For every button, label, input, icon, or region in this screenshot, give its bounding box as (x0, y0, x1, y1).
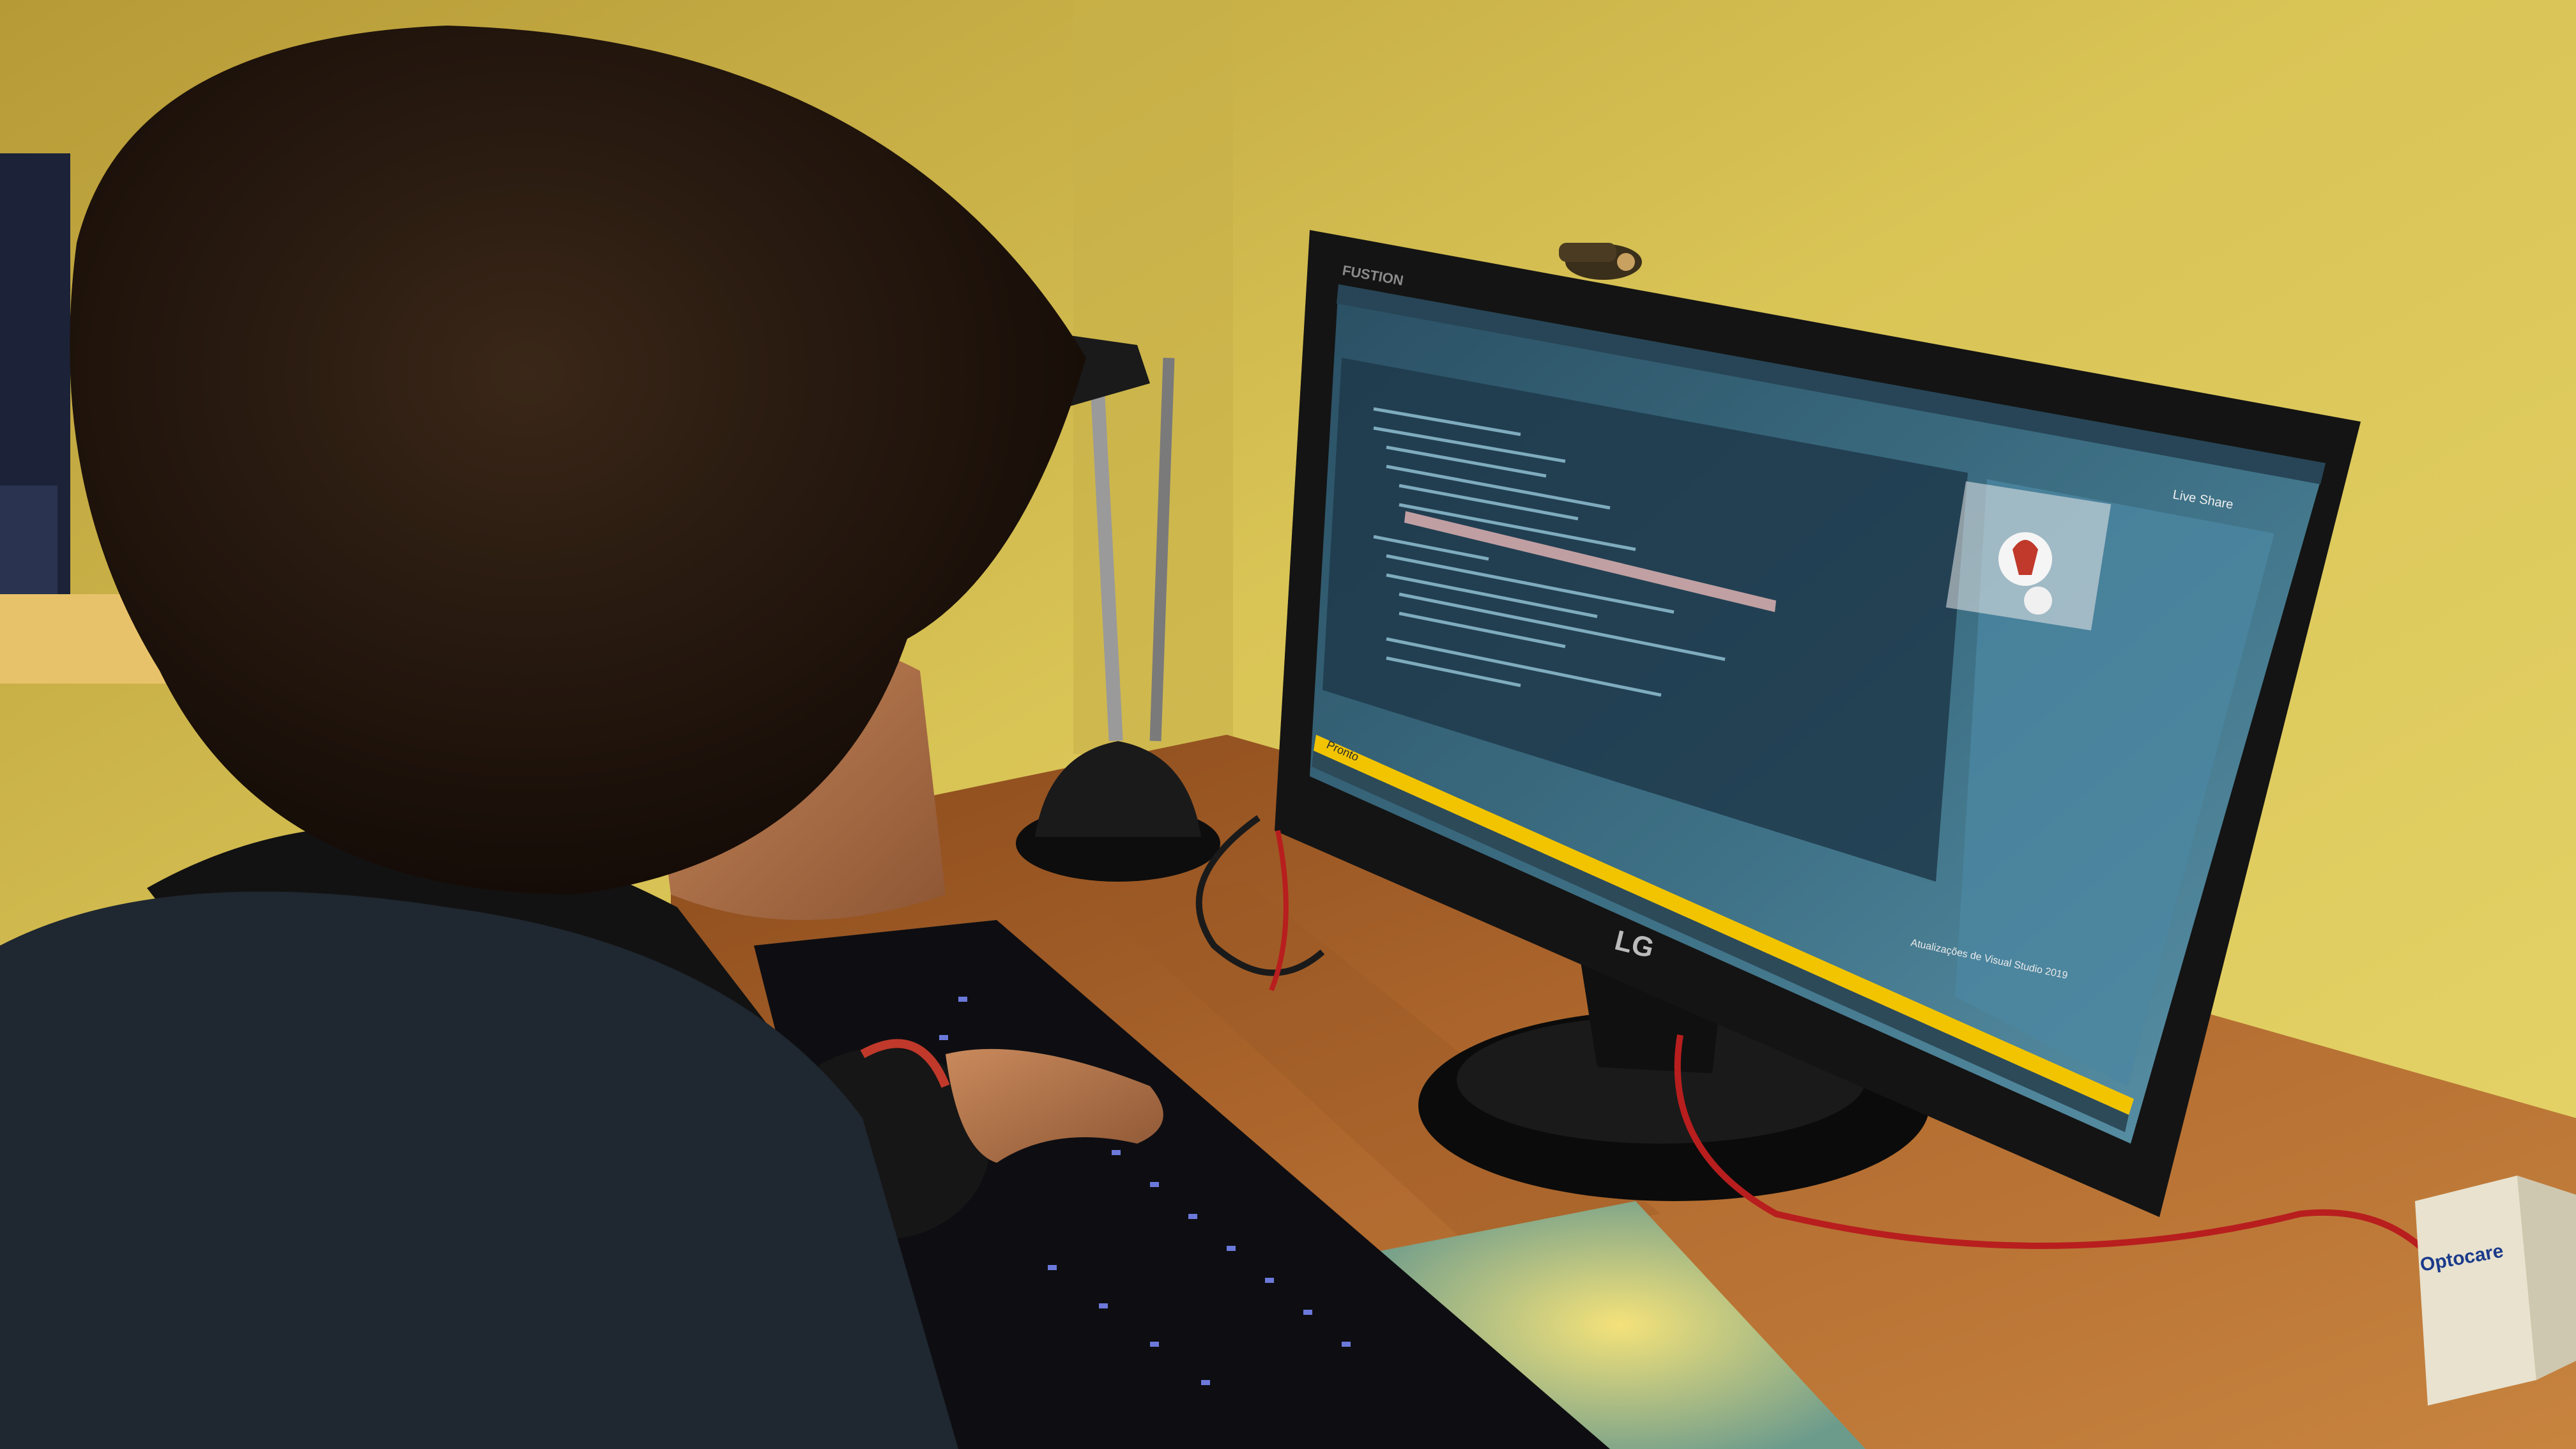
photo-scene: Live Share Pronto Atualizações de Visual… (0, 0, 2576, 1449)
optocare-box: Optocare (2415, 1176, 2576, 1406)
user-avatar-icon (1945, 481, 2112, 631)
